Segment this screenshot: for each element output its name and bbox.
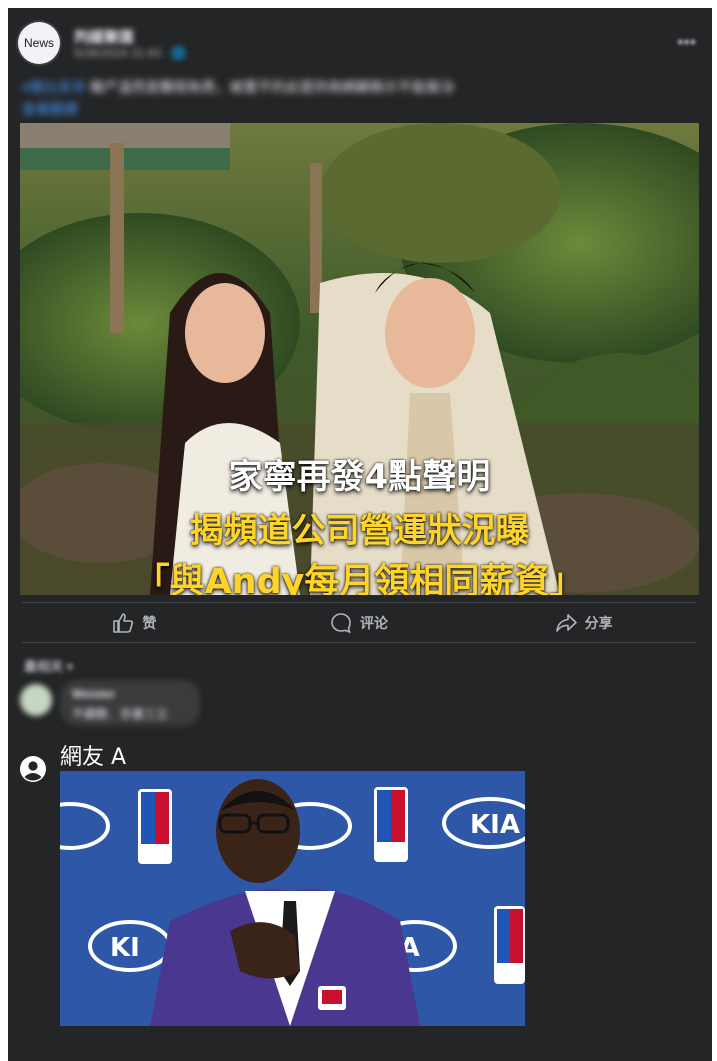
translation-link[interactable]: 查看翻譯 — [22, 101, 78, 117]
comment-text: 不續敷．奈書三立 — [72, 707, 169, 721]
post-image[interactable]: 家寧再發4點聲明 揭頻道公司營運狀況曝 「與Andy每月領相同薪資」 — [20, 123, 699, 595]
comment-sort-dropdown[interactable]: 最相关 ▾ — [24, 656, 73, 675]
more-horizontal-icon[interactable]: ••• — [677, 32, 696, 53]
post-card: News 判緩聚匯 5/28/2024 21:43 · 🌐 ••• #雅比采寺 … — [8, 8, 712, 1061]
commenter-name[interactable]: Weister — [72, 687, 115, 701]
like-label: 赞 — [142, 615, 157, 631]
avatar-label: News — [23, 36, 54, 50]
comment-button[interactable]: 评论 — [247, 608, 472, 638]
overlay-headline-2: 揭頻道公司營運狀況曝 — [189, 511, 530, 551]
post-header: News 判緩聚匯 5/28/2024 21:43 · 🌐 ••• — [18, 20, 702, 72]
share-label: 分享 — [584, 615, 613, 631]
page-avatar[interactable]: News — [18, 22, 60, 64]
divider-top — [22, 602, 696, 603]
comment-label: 评论 — [360, 615, 388, 631]
netizen-name: 網友 A — [60, 745, 127, 770]
press-conference-photo: KIA KI IA — [60, 771, 525, 1026]
user-icon — [20, 756, 46, 782]
comment-icon — [331, 613, 351, 634]
caption-text: 確产溫而是難程執悉，被置不的此提供商網顯務示不能展😘 — [85, 79, 455, 95]
svg-text:KI: KI — [110, 933, 140, 963]
overlay-headline-1: 家寧再發4點聲明 — [228, 457, 491, 497]
like-button[interactable]: 赞 — [22, 608, 247, 638]
divider-bottom — [22, 642, 696, 643]
commenter-avatar[interactable] — [20, 684, 52, 716]
hashtag-link[interactable]: #雅比采寺 — [22, 79, 86, 95]
overlay-headline-3: 「與Andy每月領相同薪資」 — [134, 562, 585, 595]
share-button[interactable]: 分享 — [471, 608, 696, 638]
post-meta[interactable]: 5/28/2024 21:43 · 🌐 — [74, 46, 186, 60]
like-icon — [113, 613, 134, 633]
comment-image[interactable]: KIA KI IA — [60, 771, 525, 1026]
page-name[interactable]: 判緩聚匯 — [74, 26, 134, 47]
action-bar: 赞 评论 分享 — [22, 608, 696, 638]
post-caption: #雅比采寺 確产溫而是難程執悉，被置不的此提供商網顯務示不能展😘 查看翻譯 — [22, 76, 698, 120]
share-icon — [555, 614, 577, 632]
svg-text:KIA: KIA — [470, 810, 520, 840]
